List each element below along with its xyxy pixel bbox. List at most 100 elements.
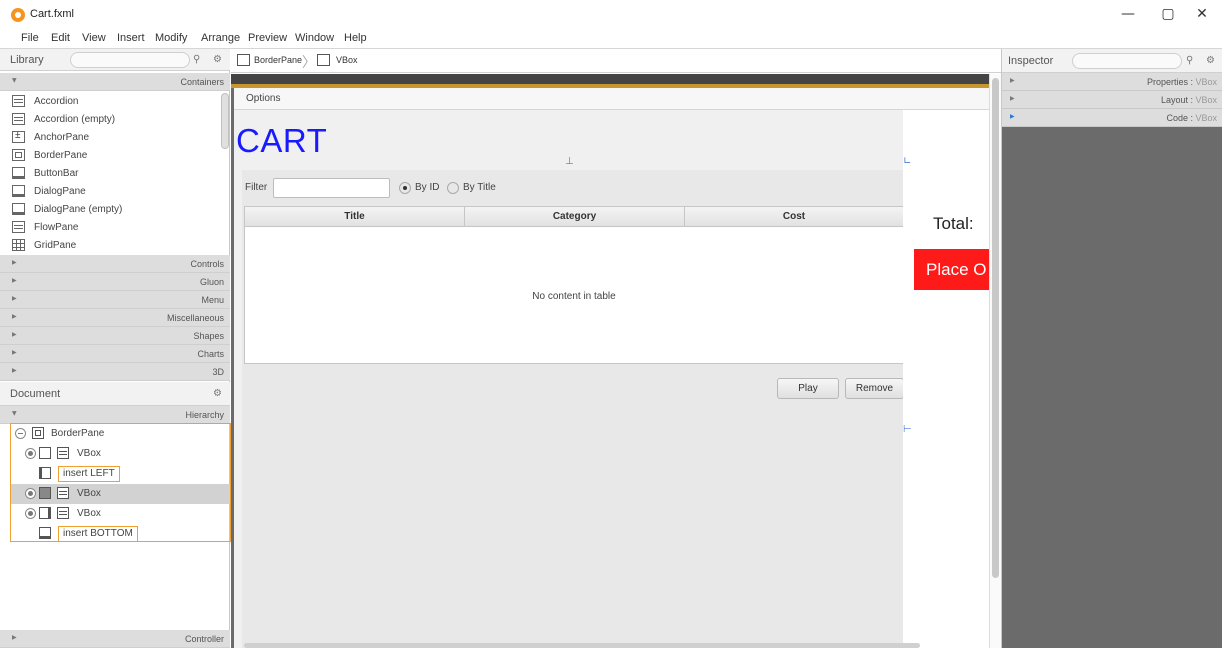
section-menu[interactable]: ▶ Menu <box>0 291 230 309</box>
menu-bar: File Edit View Insert Modify Arrange Pre… <box>0 30 1222 48</box>
vbox-icon <box>57 507 69 519</box>
filter-input[interactable] <box>273 178 390 198</box>
radio-by-title-label: By Title <box>463 182 496 193</box>
section-hierarchy[interactable]: ▼ Hierarchy <box>0 406 230 424</box>
tree-node-borderpane[interactable]: BorderPane <box>11 424 230 444</box>
column-title[interactable]: Title <box>245 207 465 227</box>
close-button[interactable]: ✕ <box>1182 6 1222 22</box>
inspector-search-input[interactable] <box>1072 53 1182 69</box>
radio-by-id[interactable] <box>399 182 411 194</box>
dialogpane-icon <box>12 203 25 215</box>
expand-icon[interactable] <box>25 488 36 499</box>
section-3d[interactable]: ▶ 3D <box>0 363 230 381</box>
library-scrollbar[interactable] <box>221 93 229 149</box>
section-controller[interactable]: ▶ Controller <box>0 630 230 648</box>
section-shapes[interactable]: ▶ Shapes <box>0 327 230 345</box>
inspector-section-properties[interactable]: ▶ Properties : VBox <box>1002 73 1222 91</box>
collapsed-icon: ▶ <box>12 295 17 302</box>
total-label: Total: <box>933 214 974 233</box>
section-controls[interactable]: ▶ Controls <box>0 255 230 273</box>
app-icon <box>11 8 25 22</box>
section-label: Controller <box>184 634 224 644</box>
search-icon[interactable]: ⚲ <box>193 54 200 65</box>
library-item-label: Accordion <box>34 96 79 107</box>
column-cost[interactable]: Cost <box>685 207 903 227</box>
minimize-button[interactable]: — <box>1108 6 1148 22</box>
breadcrumb-vbox[interactable]: VBox <box>336 55 358 65</box>
section-label: Miscellaneous <box>166 313 224 323</box>
place-order-button[interactable]: Place O <box>914 249 994 290</box>
menu-file[interactable]: File <box>21 32 39 44</box>
menu-insert[interactable]: Insert <box>117 32 145 44</box>
search-icon[interactable]: ⚲ <box>1186 55 1193 66</box>
hierarchy-tree: BorderPane VBox insert LEFT VBox VBox in… <box>10 423 231 542</box>
center-vbox[interactable]: Filter By ID By Title Title Category Cos… <box>242 170 904 648</box>
menu-edit[interactable]: Edit <box>51 32 70 44</box>
collapsed-icon: ▶ <box>12 331 17 338</box>
library-item-label: BorderPane <box>34 150 88 161</box>
inspector-section-code[interactable]: ▶ Code : VBox <box>1002 109 1222 127</box>
tree-node-insert-left[interactable]: insert LEFT <box>11 464 230 484</box>
breadcrumb-borderpane[interactable]: BorderPane <box>254 55 302 65</box>
menu-help[interactable]: Help <box>344 32 367 44</box>
tree-node-label: VBox <box>77 488 101 499</box>
canvas-horizontal-scrollbar[interactable] <box>244 643 920 648</box>
tree-node-vbox[interactable]: VBox <box>11 504 230 524</box>
inspector-panel: Inspector ⚲ ⚙ ▶ Properties : VBox ▶ Layo… <box>1001 49 1222 648</box>
menu-window[interactable]: Window <box>295 32 334 44</box>
collapsed-icon: ▶ <box>12 313 17 320</box>
table-header: Title Category Cost <box>245 207 903 227</box>
scrollbar-thumb[interactable] <box>992 78 999 578</box>
tree-node-vbox-selected[interactable]: VBox <box>11 484 230 504</box>
menu-preview[interactable]: Preview <box>248 32 287 44</box>
section-containers[interactable]: ▼ Containers <box>0 73 230 91</box>
collapsed-icon: ▶ <box>1010 77 1015 84</box>
remove-button[interactable]: Remove <box>845 378 904 399</box>
menu-modify[interactable]: Modify <box>155 32 187 44</box>
cart-table[interactable]: Title Category Cost No content in table <box>244 206 904 364</box>
collapsed-icon: ▶ <box>12 634 17 641</box>
section-miscellaneous[interactable]: ▶ Miscellaneous <box>0 309 230 327</box>
insert-left-target[interactable]: insert LEFT <box>58 466 120 482</box>
gear-icon[interactable]: ⚙ <box>213 54 222 65</box>
options-menu[interactable]: Options <box>246 93 280 104</box>
left-panel: Library ⚲ ⚙ ▼ Containers Accordion Accor… <box>0 49 230 648</box>
gear-icon[interactable]: ⚙ <box>1206 55 1215 66</box>
expand-icon[interactable] <box>25 448 36 459</box>
section-charts[interactable]: ▶ Charts <box>0 345 230 363</box>
accordion-icon <box>12 95 25 107</box>
collapse-icon[interactable] <box>15 428 26 439</box>
menu-view[interactable]: View <box>82 32 106 44</box>
tree-node-insert-bottom[interactable]: insert BOTTOM <box>11 524 230 544</box>
inspector-section-layout[interactable]: ▶ Layout : VBox <box>1002 91 1222 109</box>
library-item-label: DialogPane <box>34 186 86 197</box>
right-vbox[interactable]: Total: Place O <box>903 110 994 648</box>
left-region-icon <box>39 467 51 479</box>
section-label: Layout : VBox <box>1160 95 1217 105</box>
tree-node-vbox[interactable]: VBox <box>11 444 230 464</box>
library-search-input[interactable] <box>70 52 190 68</box>
collapsed-icon: ▶ <box>1010 95 1015 102</box>
radio-by-title[interactable] <box>447 182 459 194</box>
section-label: Controls <box>190 259 224 269</box>
gear-icon[interactable]: ⚙ <box>213 388 222 399</box>
column-category[interactable]: Category <box>465 207 685 227</box>
canvas-vertical-scrollbar[interactable] <box>989 74 1001 648</box>
left-region-icon <box>39 447 51 459</box>
expand-icon[interactable] <box>25 508 36 519</box>
collapsed-icon: ▶ <box>1010 113 1015 120</box>
library-item-label: FlowPane <box>34 222 79 233</box>
menu-arrange[interactable]: Arrange <box>201 32 240 44</box>
guide-tick-icon: ⊢ <box>903 424 912 435</box>
insert-bottom-target[interactable]: insert BOTTOM <box>58 526 138 542</box>
form-menubar: Options <box>234 88 990 110</box>
table-empty-message: No content in table <box>532 291 616 302</box>
design-canvas[interactable]: Options CART Filter By ID By Title Title… <box>231 74 994 648</box>
section-gluon[interactable]: ▶ Gluon <box>0 273 230 291</box>
library-title: Library <box>10 54 44 66</box>
form-preview[interactable]: Options CART Filter By ID By Title Title… <box>234 88 994 648</box>
play-button[interactable]: Play <box>777 378 839 399</box>
tree-node-label: VBox <box>77 508 101 519</box>
anchorpane-icon <box>12 130 25 143</box>
buttonbar-icon <box>12 167 25 179</box>
